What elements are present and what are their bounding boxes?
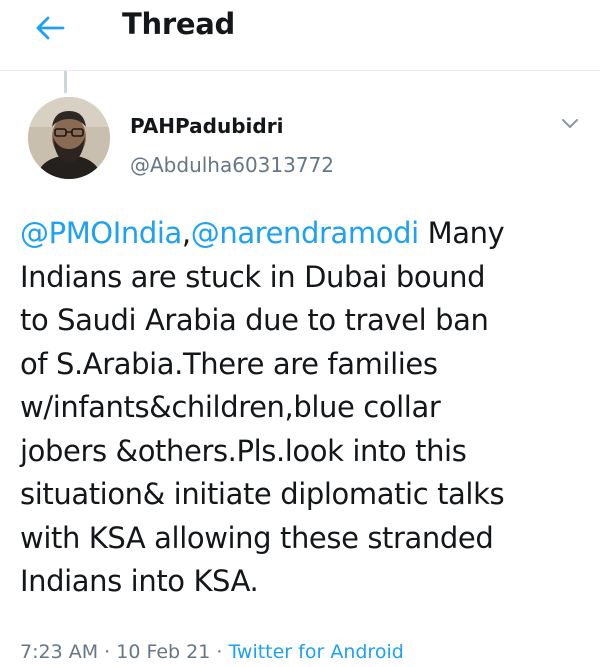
mention-link[interactable]: @narendramodi [191, 216, 419, 250]
author-display-name[interactable]: PAHPadubidri [130, 113, 283, 139]
meta-separator: · [210, 641, 229, 663]
page-title: Thread [122, 7, 235, 41]
arrow-left-icon [36, 16, 65, 40]
chevron-down-icon [562, 119, 578, 128]
tweet-text-line: Indians are stuck in Dubai bound [20, 259, 486, 294]
tweet-text-line: with KSA allowing these stranded [20, 520, 494, 555]
tweet-text-line: jobers &others.Pls.look into this [20, 433, 467, 468]
tweet-text-line: to Saudi Arabia due to travel ban [20, 303, 489, 337]
tweet-source-link[interactable]: Twitter for Android [228, 641, 403, 663]
meta-separator: · [98, 641, 117, 663]
tweet-text-line: Indians into KSA. [20, 564, 259, 598]
tweet-text-segment: Many [418, 216, 505, 250]
thread-connector-line [64, 71, 67, 93]
mention-separator: , [181, 216, 191, 250]
tweet-text-line: @PMOIndia,@narendramodi Many [20, 212, 590, 256]
tweet-text-line: w/infants&children,blue collar [20, 390, 441, 424]
tweet-date: 10 Feb 21 [116, 641, 211, 663]
tweet-text: @PMOIndia,@narendramodi Many Indians are… [20, 212, 590, 604]
user-avatar-icon [28, 97, 110, 179]
tweet-text-line: situation& initiate diplomatic talks [20, 477, 505, 511]
tweet-text-line: of S.Arabia.There are families [20, 346, 438, 381]
tweet-time: 7:23 AM [20, 641, 99, 663]
author-handle[interactable]: @Abdulha60313772 [130, 152, 334, 178]
back-button[interactable] [28, 8, 72, 48]
top-bar: Thread [0, 0, 600, 71]
mention-link[interactable]: @PMOIndia [20, 216, 182, 250]
tweet-meta: 7:23 AM · 10 Feb 21 · Twitter for Androi… [20, 640, 404, 664]
tweet-menu-button[interactable] [554, 110, 586, 138]
avatar[interactable] [28, 97, 110, 179]
